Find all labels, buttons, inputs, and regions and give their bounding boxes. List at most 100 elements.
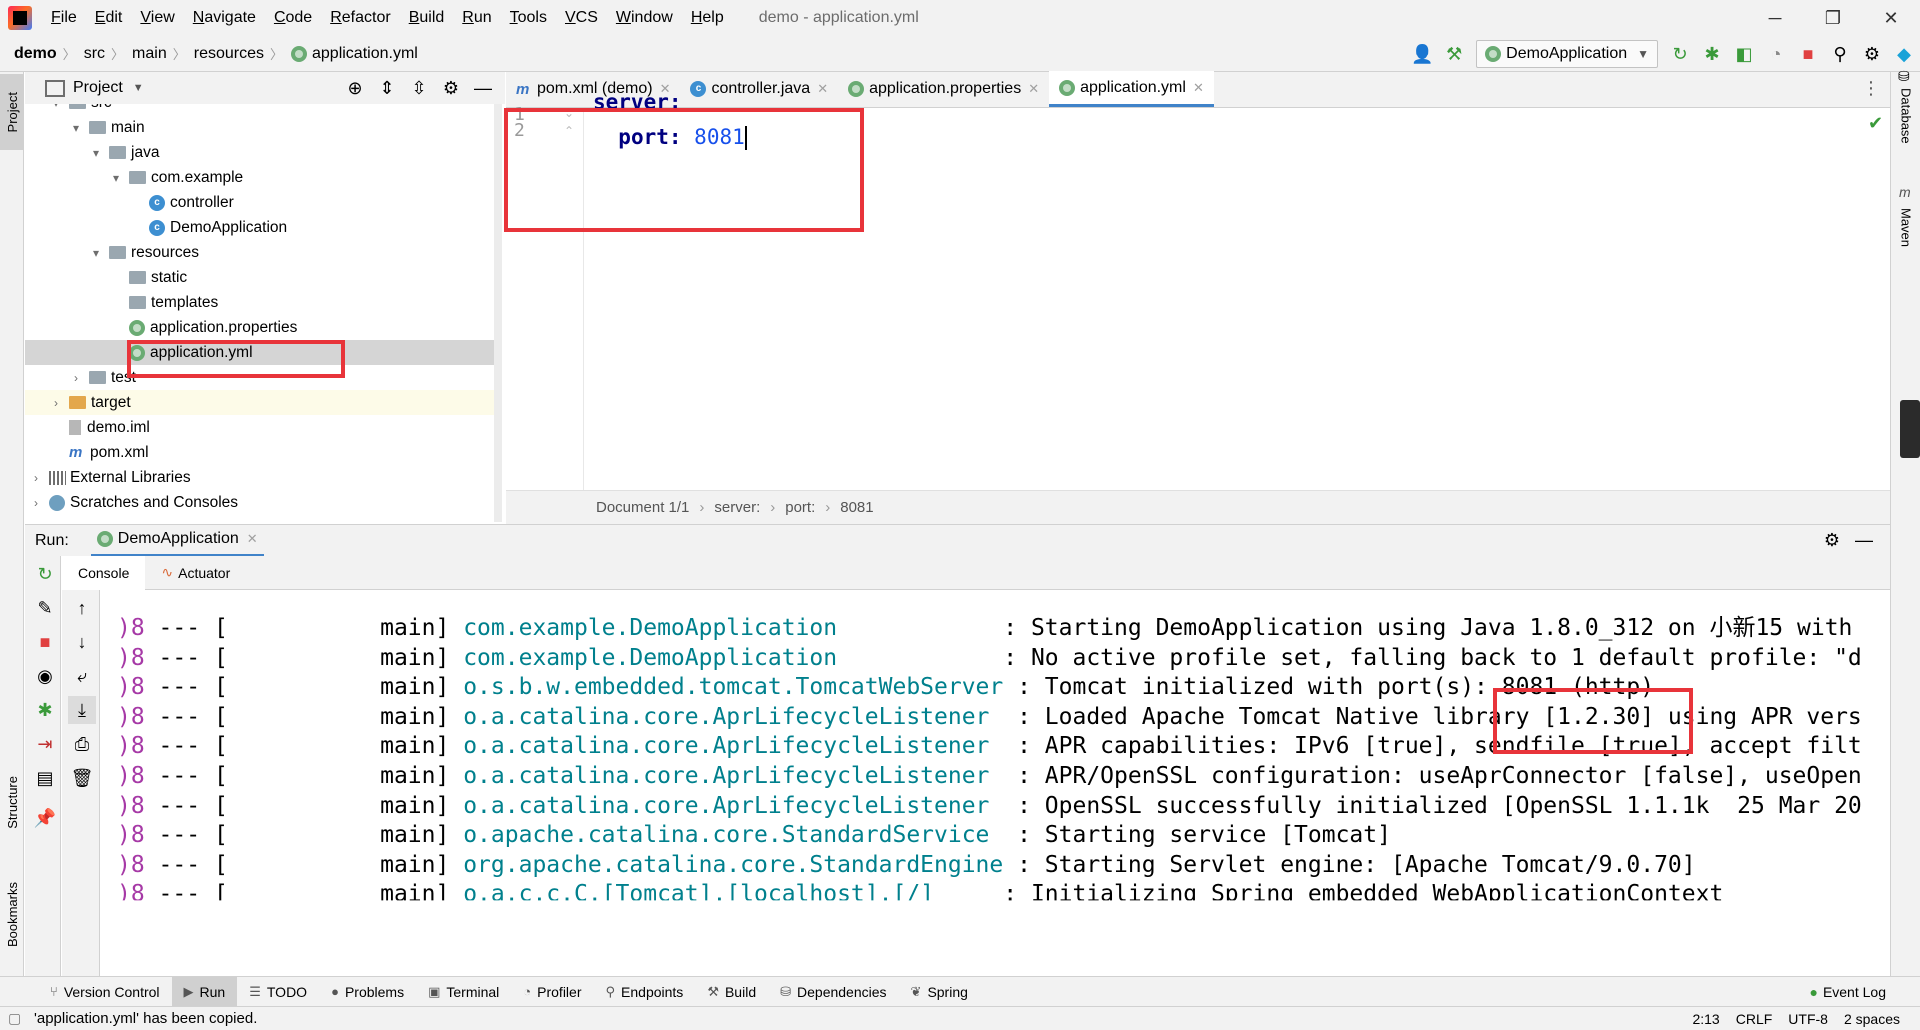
editor-tab[interactable]: application.properties ✕ bbox=[838, 71, 1049, 107]
menu-window[interactable]: Window bbox=[607, 9, 682, 27]
tree-item[interactable]: application.properties bbox=[25, 315, 495, 340]
bottom-tab-todo[interactable]: ☰ TODO bbox=[237, 977, 319, 1007]
chevron-right-icon[interactable]: › bbox=[29, 496, 43, 510]
restore-button[interactable]: ❐ bbox=[1804, 0, 1862, 36]
debug-bug-icon[interactable]: ✱ bbox=[1698, 40, 1726, 68]
menu-run[interactable]: Run bbox=[453, 9, 500, 27]
structure-tool-tab[interactable]: Structure bbox=[0, 762, 24, 842]
editor-breadcrumb-port[interactable]: port: bbox=[785, 499, 815, 516]
console-output[interactable]: )8 --- [ main] com.example.DemoApplicati… bbox=[101, 590, 1890, 976]
chevron-down-icon[interactable]: ▾ bbox=[49, 104, 63, 110]
menu-refactor[interactable]: Refactor bbox=[321, 9, 399, 27]
project-panel-title[interactable]: Project bbox=[45, 79, 123, 97]
project-tool-tab[interactable]: Project bbox=[0, 74, 24, 150]
caret-position[interactable]: 2:13 bbox=[1692, 1011, 1719, 1027]
bookmarks-tool-tab[interactable]: Bookmarks bbox=[0, 870, 24, 960]
chevron-right-icon[interactable]: › bbox=[29, 471, 43, 485]
bottom-tab-profiler[interactable]: ◔ Profiler bbox=[511, 977, 593, 1007]
project-scrollbar[interactable] bbox=[494, 104, 502, 522]
minimize-button[interactable]: ─ bbox=[1746, 0, 1804, 36]
trash-icon[interactable]: 🗑 bbox=[68, 764, 96, 792]
menu-code[interactable]: Code bbox=[265, 9, 321, 27]
bottom-tab-spring[interactable]: ❦ Spring bbox=[899, 977, 980, 1007]
breadcrumb-main[interactable]: main bbox=[124, 45, 173, 63]
bottom-tab-problems[interactable]: ● Problems bbox=[319, 977, 416, 1007]
user-icon[interactable]: 👤 bbox=[1408, 40, 1436, 68]
tree-item[interactable]: c controller bbox=[25, 190, 495, 215]
line-separator[interactable]: CRLF bbox=[1736, 1011, 1773, 1027]
breadcrumb-src[interactable]: src bbox=[76, 45, 111, 63]
close-icon[interactable]: ✕ bbox=[817, 81, 828, 97]
tree-item[interactable]: › External Libraries bbox=[25, 465, 495, 490]
run-tab-demoapplication[interactable]: DemoApplication ✕ bbox=[90, 525, 264, 557]
bottom-tab-version-control[interactable]: ⑂ Version Control bbox=[38, 977, 172, 1007]
tree-item[interactable]: › target bbox=[25, 390, 495, 415]
editor-breadcrumb-value[interactable]: 8081 bbox=[840, 499, 873, 516]
gear-icon[interactable]: ⚙ bbox=[1818, 527, 1846, 555]
chevron-down-icon[interactable]: ▾ bbox=[89, 146, 103, 160]
toolbox-icon[interactable]: ◆ bbox=[1890, 40, 1918, 68]
close-window-button[interactable]: ✕ bbox=[1862, 0, 1920, 36]
search-icon[interactable]: ⚲ bbox=[1826, 40, 1854, 68]
breadcrumb-resources[interactable]: resources bbox=[186, 45, 270, 63]
stop-icon[interactable]: ■ bbox=[1794, 40, 1822, 68]
run-config-select[interactable]: DemoApplication ▼ bbox=[1476, 40, 1658, 68]
bottom-tab-build[interactable]: ⚒ Build bbox=[695, 977, 768, 1007]
profile-icon[interactable]: ◔ bbox=[1762, 40, 1790, 68]
editor-tab[interactable]: application.yml ✕ bbox=[1049, 71, 1214, 107]
tab-console[interactable]: Console bbox=[62, 555, 146, 590]
gear-icon[interactable]: ⚙ bbox=[437, 74, 465, 102]
wrench-icon[interactable]: ✎ bbox=[31, 594, 59, 622]
gear-icon[interactable]: ⚙ bbox=[1858, 40, 1886, 68]
hide-minus-icon[interactable]: — bbox=[469, 74, 497, 102]
menu-file[interactable]: File bbox=[42, 9, 86, 27]
tree-item[interactable]: ▾ com.example bbox=[25, 165, 495, 190]
tree-item[interactable]: demo.iml bbox=[25, 415, 495, 440]
print-icon[interactable]: ⎙ bbox=[68, 730, 96, 758]
menu-view[interactable]: View bbox=[131, 9, 183, 27]
rerun-icon[interactable]: ↻ bbox=[1666, 40, 1694, 68]
event-log-button[interactable]: ● Event Log bbox=[1809, 977, 1886, 1007]
menu-navigate[interactable]: Navigate bbox=[184, 9, 265, 27]
close-icon[interactable]: ✕ bbox=[1028, 81, 1039, 97]
arrow-down-icon[interactable]: ↓ bbox=[68, 628, 96, 656]
chevron-right-icon[interactable]: › bbox=[69, 371, 83, 385]
maven-tool-tab[interactable]: Maven bbox=[1891, 208, 1920, 268]
tree-item[interactable]: ▾ src bbox=[25, 104, 495, 115]
collapse-all-icon[interactable]: ⇳ bbox=[405, 74, 433, 102]
menu-help[interactable]: Help bbox=[682, 9, 733, 27]
coverage-icon[interactable]: ◧ bbox=[1730, 40, 1758, 68]
menu-build[interactable]: Build bbox=[400, 9, 454, 27]
layout-icon[interactable]: ▤ bbox=[31, 764, 59, 792]
menu-tools[interactable]: Tools bbox=[501, 9, 556, 27]
chevron-down-icon[interactable]: ▾ bbox=[89, 246, 103, 260]
tree-item[interactable]: ▾ resources bbox=[25, 240, 495, 265]
database-tool-tab[interactable]: Database bbox=[1891, 88, 1920, 158]
close-icon[interactable]: ✕ bbox=[247, 531, 258, 547]
chevron-down-icon[interactable]: ▼ bbox=[133, 82, 144, 94]
expand-all-icon[interactable]: ⇕ bbox=[373, 74, 401, 102]
tree-item[interactable]: c DemoApplication bbox=[25, 215, 495, 240]
inspection-ok-icon[interactable]: ✔ bbox=[1868, 113, 1883, 134]
scroll-marker[interactable] bbox=[1900, 400, 1920, 458]
exit-icon[interactable]: ⇥ bbox=[31, 730, 59, 758]
indent-setting[interactable]: 2 spaces bbox=[1844, 1011, 1900, 1027]
pin-icon[interactable]: 📌 bbox=[31, 804, 59, 832]
locate-target-icon[interactable]: ⊕ bbox=[341, 74, 369, 102]
chevron-right-icon[interactable]: › bbox=[49, 396, 63, 410]
tab-actuator[interactable]: ∿ Actuator bbox=[145, 556, 246, 590]
chevron-down-icon[interactable]: ▾ bbox=[109, 171, 123, 185]
more-vertical-icon[interactable]: ⋮ bbox=[1862, 78, 1880, 99]
camera-icon[interactable]: ◉ bbox=[31, 662, 59, 690]
hide-minus-icon[interactable]: — bbox=[1850, 527, 1878, 555]
file-encoding[interactable]: UTF-8 bbox=[1788, 1011, 1828, 1027]
tree-item[interactable]: static bbox=[25, 265, 495, 290]
tree-item[interactable]: ▾ main bbox=[25, 115, 495, 140]
close-icon[interactable]: ✕ bbox=[1193, 80, 1204, 96]
menu-vcs[interactable]: VCS bbox=[556, 9, 607, 27]
breadcrumb-demo[interactable]: demo bbox=[0, 45, 63, 63]
chevron-down-icon[interactable]: ▾ bbox=[69, 121, 83, 135]
tree-item[interactable]: m pom.xml bbox=[25, 440, 495, 465]
bottom-tab-dependencies[interactable]: ⛁ Dependencies bbox=[768, 977, 898, 1007]
tree-item[interactable]: templates bbox=[25, 290, 495, 315]
